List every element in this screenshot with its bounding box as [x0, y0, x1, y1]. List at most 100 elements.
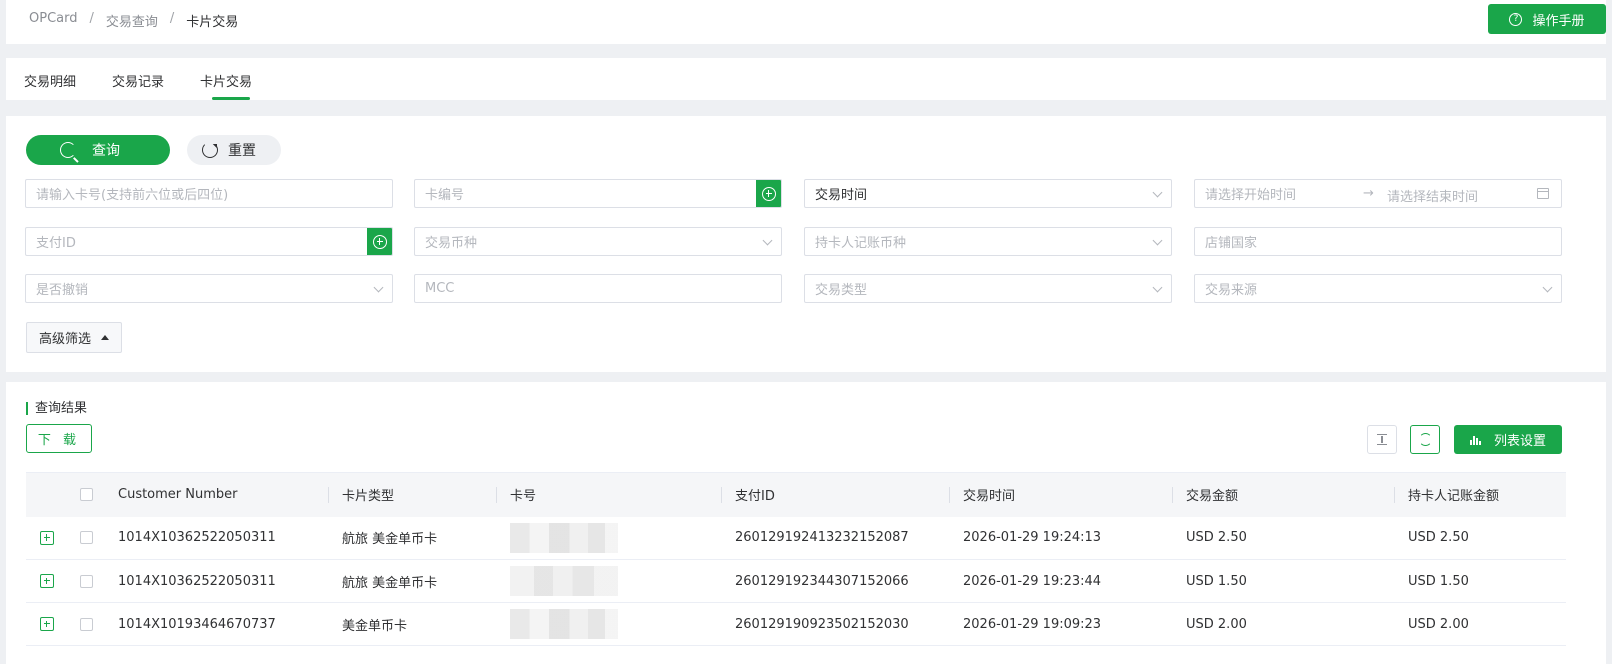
query-button-label: 查询 — [92, 143, 120, 159]
row-checkbox[interactable] — [80, 574, 93, 588]
txn-currency-placeholder: 交易币种 — [425, 236, 478, 251]
card-id-input[interactable]: 卡编号 — [414, 179, 782, 208]
select-all-cell — [70, 472, 104, 517]
cell-payment-id: 260129192344307152066 — [721, 559, 949, 603]
caret-up-icon — [101, 335, 110, 340]
reset-button[interactable]: 重置 — [187, 135, 281, 165]
expand-cell — [26, 516, 70, 560]
manual-button-label: 操作手册 — [1532, 13, 1585, 29]
download-button[interactable]: 下 载 — [26, 424, 92, 453]
mcc-placeholder: MCC — [425, 281, 455, 296]
cell-customer-number: 1014X10362522050311 — [104, 559, 328, 603]
active-tab-indicator — [212, 97, 250, 100]
row-checkbox[interactable] — [80, 531, 93, 545]
chevron-down-icon — [1152, 235, 1163, 246]
cell-card-number — [496, 602, 721, 646]
payment-id-add-button[interactable] — [367, 228, 392, 255]
time-type-select[interactable]: 交易时间 — [804, 179, 1172, 208]
breadcrumb-item-opcard[interactable]: OPCard — [29, 11, 77, 30]
select-cell — [70, 602, 104, 646]
tab-transaction-record[interactable]: 交易记录 — [112, 71, 164, 90]
col-header-card-type-label: 卡片类型 — [342, 489, 395, 505]
manual-button[interactable]: ? 操作手册 — [1488, 4, 1606, 34]
expand-icon[interactable] — [40, 574, 54, 588]
start-time-placeholder: 请选择开始时间 — [1205, 188, 1297, 203]
txn-currency-select[interactable]: 交易币种 — [414, 227, 782, 256]
cell-customer-number: 1014X10362522050311 — [104, 516, 328, 560]
expand-icon[interactable] — [40, 530, 54, 545]
table-row[interactable]: 1014X10362522050311 航旅 美金单币卡 26012919241… — [26, 516, 1566, 560]
col-header-holder-amount[interactable]: 持卡人记账金额 — [1394, 472, 1566, 517]
col-header-card-number[interactable]: 卡号 — [496, 472, 721, 517]
cell-customer-number: 1014X10193464670737 — [104, 602, 328, 646]
date-range-picker[interactable]: 请选择开始时间 → 请选择结束时间 — [1194, 179, 1562, 208]
chevron-down-icon — [1152, 282, 1163, 293]
expand-cell — [26, 602, 70, 646]
sync-icon — [1418, 433, 1432, 446]
txn-type-placeholder: 交易类型 — [815, 283, 868, 298]
cell-txn-time: 2026-01-29 19:23:44 — [949, 559, 1172, 603]
payment-id-input[interactable]: 支付ID — [25, 227, 393, 256]
column-divider — [496, 487, 497, 503]
card-number-input[interactable]: 请输入卡号(支持前六位或后四位) — [25, 179, 393, 208]
col-header-customer-number[interactable]: Customer Number — [104, 472, 328, 517]
reset-button-label: 重置 — [228, 143, 256, 159]
col-header-txn-amount[interactable]: 交易金额 — [1172, 472, 1394, 517]
col-header-card-number-label: 卡号 — [510, 489, 537, 505]
breadcrumb-item-transaction-query[interactable]: 交易查询 — [106, 11, 158, 30]
column-divider — [949, 487, 950, 503]
mcc-input[interactable]: MCC — [414, 274, 782, 303]
cell-payment-id: 260129192413232152087 — [721, 516, 949, 560]
table-row[interactable]: 1014X10193464670737 美金单币卡 26012919092350… — [26, 602, 1566, 646]
table-row[interactable]: 1014X10362522050311 航旅 美金单币卡 26012919234… — [26, 559, 1566, 603]
col-header-txn-amount-label: 交易金额 — [1186, 489, 1239, 505]
column-divider — [1394, 487, 1395, 503]
cell-holder-amount: USD 1.50 — [1394, 559, 1566, 603]
txn-source-select[interactable]: 交易来源 — [1194, 274, 1562, 303]
col-header-txn-time[interactable]: 交易时间 — [949, 472, 1172, 517]
select-all-checkbox[interactable] — [80, 488, 93, 502]
collapse-icon — [1377, 433, 1387, 446]
merchant-country-placeholder: 店铺国家 — [1205, 236, 1258, 251]
tab-bar: 交易明细 交易记录 卡片交易 — [6, 58, 1606, 100]
chevron-down-icon — [1152, 187, 1163, 198]
masked-card-number — [510, 522, 618, 553]
chevron-down-icon — [762, 235, 773, 246]
time-type-value: 交易时间 — [815, 188, 868, 203]
refresh-table-button[interactable] — [1410, 425, 1440, 454]
breadcrumb-item-current: 卡片交易 — [186, 15, 239, 30]
help-icon: ? — [1509, 12, 1523, 26]
transactions-table: Customer Number 卡片类型 卡号 支付ID 交易时间 交易金额 持… — [26, 472, 1566, 646]
payment-id-placeholder: 支付ID — [36, 236, 76, 251]
breadcrumb-separator: / — [169, 11, 175, 26]
expand-header — [26, 472, 70, 517]
collapse-button[interactable] — [1367, 425, 1397, 454]
breadcrumb-separator: / — [89, 11, 94, 26]
row-checkbox[interactable] — [80, 617, 93, 631]
col-header-txn-time-label: 交易时间 — [963, 489, 1016, 505]
card-id-add-button[interactable] — [756, 180, 781, 207]
column-settings-button[interactable]: 列表设置 — [1454, 425, 1562, 454]
cell-txn-amount: USD 1.50 — [1172, 559, 1394, 603]
tab-transaction-detail[interactable]: 交易明细 — [24, 71, 76, 90]
table-header-row: Customer Number 卡片类型 卡号 支付ID 交易时间 交易金额 持… — [26, 472, 1566, 517]
col-header-card-type[interactable]: 卡片类型 — [328, 472, 496, 517]
txn-type-select[interactable]: 交易类型 — [804, 274, 1172, 303]
expand-icon[interactable] — [40, 617, 54, 631]
chevron-down-icon — [1542, 282, 1553, 293]
advanced-filter-button[interactable]: 高级筛选 — [26, 322, 122, 353]
holder-currency-select[interactable]: 持卡人记账币种 — [804, 227, 1172, 256]
col-header-payment-id[interactable]: 支付ID — [721, 472, 949, 517]
refresh-icon — [202, 142, 218, 158]
column-divider — [721, 487, 722, 503]
masked-card-number — [510, 609, 618, 639]
card-number-placeholder: 请输入卡号(支持前六位或后四位) — [36, 188, 229, 203]
arrow-right-icon: → — [1363, 186, 1374, 201]
revoked-select[interactable]: 是否撤销 — [25, 274, 393, 303]
tab-card-transaction[interactable]: 卡片交易 — [200, 71, 252, 90]
merchant-country-input[interactable]: 店铺国家 — [1194, 227, 1562, 256]
select-cell — [70, 559, 104, 603]
search-refresh-icon — [60, 142, 76, 158]
query-button[interactable]: 查询 — [26, 135, 170, 165]
results-title: 查询结果 — [26, 402, 87, 415]
